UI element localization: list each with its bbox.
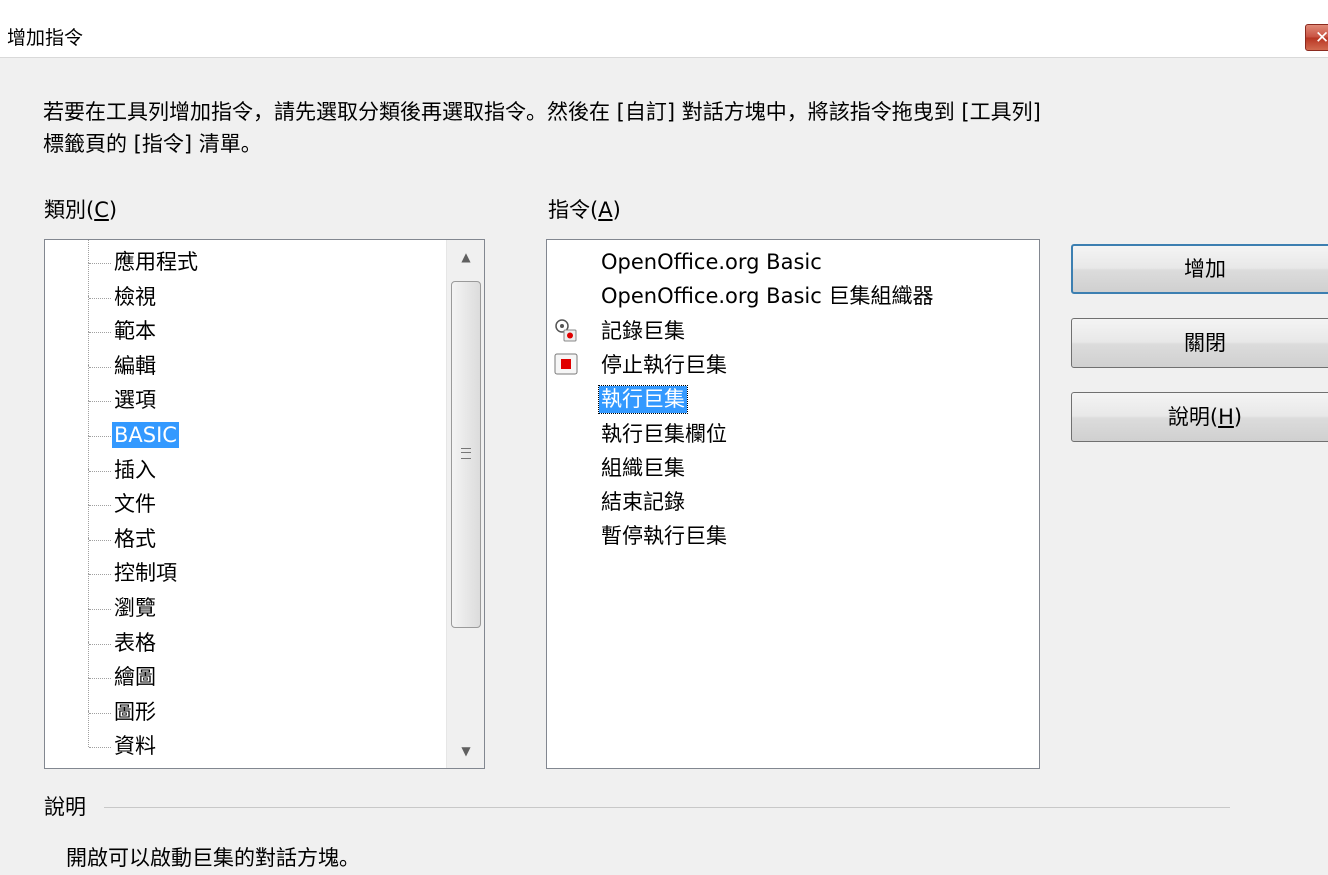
- category-item-label: 資料: [114, 734, 156, 759]
- command-item[interactable]: 結束記錄: [547, 486, 1037, 520]
- close-window-button[interactable]: ✕: [1305, 24, 1328, 51]
- category-item[interactable]: 選項: [45, 365, 445, 417]
- category-item-label: 應用程式: [114, 250, 198, 274]
- instruction-text: 若要在工具列增加指令，請先選取分類後再選取指令。然後在 [自訂] 對話方塊中，將…: [43, 100, 1041, 156]
- category-item-label: 繪圖: [114, 665, 156, 690]
- add-button[interactable]: 增加: [1071, 244, 1328, 294]
- command-item-label: 結束記錄: [601, 490, 685, 515]
- command-item[interactable]: 暫停執行巨集: [547, 520, 1037, 554]
- category-item-label: 編輯: [114, 353, 156, 378]
- command-item-label: 暫停執行巨集: [601, 524, 727, 549]
- category-item[interactable]: 圖形: [45, 676, 445, 729]
- scroll-down-icon[interactable]: ▼: [447, 734, 484, 768]
- category-item[interactable]: 資料: [45, 711, 445, 763]
- category-item-label: 控制項: [114, 561, 177, 586]
- command-item-label: OpenOffice.org Basic 巨集組織器: [601, 284, 934, 309]
- category-item-label: 檢視: [114, 284, 156, 309]
- scroll-thumb[interactable]: [451, 281, 481, 628]
- close-button[interactable]: 關閉: [1071, 318, 1328, 368]
- category-item-label: 插入: [114, 457, 156, 482]
- category-item[interactable]: 格式: [45, 503, 445, 556]
- description-divider: [104, 807, 1230, 808]
- help-button[interactable]: 說明(H): [1071, 392, 1328, 442]
- command-item-label: 記錄巨集: [601, 318, 685, 343]
- category-item[interactable]: BASIC: [45, 400, 445, 452]
- command-label: 指令(A): [548, 198, 621, 222]
- category-item[interactable]: 應用程式: [45, 240, 445, 279]
- dialog-title: 增加指令: [7, 27, 84, 49]
- command-item[interactable]: 停止執行巨集: [547, 349, 1037, 383]
- title-bar: 增加指令 ✕: [0, 0, 1328, 58]
- category-item[interactable]: 表格: [45, 607, 445, 660]
- command-item-label: 組織巨集: [601, 455, 685, 480]
- command-item-label: 執行巨集欄位: [601, 421, 727, 446]
- category-item-label: 文件: [114, 492, 156, 517]
- command-item-label: 執行巨集: [598, 385, 688, 415]
- category-item[interactable]: 範本: [45, 296, 445, 348]
- category-item-label: 表格: [114, 630, 156, 655]
- command-item[interactable]: 執行巨集欄位: [547, 418, 1037, 452]
- category-item-label: 範本: [114, 319, 156, 344]
- stop-icon: [554, 353, 578, 375]
- category-item[interactable]: 文件: [45, 469, 445, 521]
- description-text: 開啟可以啟動巨集的對話方塊。: [66, 846, 360, 870]
- category-item-label: 圖形: [114, 699, 156, 724]
- command-item-label: OpenOffice.org Basic: [601, 250, 822, 274]
- category-item[interactable]: 繪圖: [45, 642, 445, 694]
- command-item[interactable]: 組織巨集: [547, 452, 1037, 486]
- command-item[interactable]: 執行巨集: [547, 383, 1037, 417]
- record-macro-icon: [555, 318, 577, 342]
- command-item[interactable]: 記錄巨集: [547, 315, 1037, 349]
- category-item-label: BASIC: [112, 422, 179, 448]
- command-item[interactable]: OpenOffice.org Basic: [547, 246, 1037, 280]
- category-item[interactable]: 編輯: [45, 330, 445, 383]
- category-scrollbar[interactable]: ▲ ▼: [446, 240, 484, 768]
- category-item-label: 選項: [114, 388, 156, 413]
- category-item[interactable]: 瀏覽: [45, 573, 445, 625]
- category-tree[interactable]: 應用程式檢視範本編輯選項 BASIC 插入文件格式控制項瀏覽表格繪圖圖形資料 ▲ ▼: [44, 239, 485, 769]
- command-item[interactable]: OpenOffice.org Basic 巨集組織器: [547, 280, 1037, 314]
- command-list[interactable]: OpenOffice.org Basic OpenOffice.org Basic…: [546, 239, 1040, 769]
- description-label: 說明: [44, 795, 86, 819]
- category-item-label: 格式: [114, 526, 156, 551]
- command-item-label: 停止執行巨集: [601, 352, 727, 377]
- close-icon: ✕: [1315, 28, 1328, 48]
- scroll-up-icon[interactable]: ▲: [447, 240, 484, 274]
- category-label: 類別(C): [44, 198, 118, 222]
- category-item[interactable]: 檢視: [45, 261, 445, 314]
- category-item-label: 瀏覽: [114, 596, 156, 620]
- category-item[interactable]: 控制項: [45, 538, 445, 590]
- category-item[interactable]: 插入: [45, 434, 445, 487]
